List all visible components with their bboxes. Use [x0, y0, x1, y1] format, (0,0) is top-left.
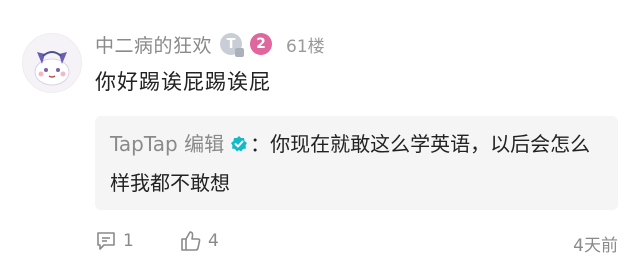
comment-button[interactable]: 1: [95, 230, 134, 252]
comment-count: 1: [123, 231, 134, 251]
avatar[interactable]: [22, 33, 82, 93]
thumbs-up-icon: [181, 231, 201, 251]
comment-header: 中二病的狂欢 T 2 61楼: [95, 30, 325, 58]
level-badge: 2: [250, 33, 273, 55]
comment-footer: 1 4 4天前: [95, 230, 618, 256]
reply-separator: ：: [250, 132, 271, 156]
like-count: 4: [208, 231, 219, 251]
avatar-cartoon-icon: [23, 34, 81, 92]
like-button[interactable]: 4: [180, 230, 219, 252]
comment-bubble-icon: [97, 232, 115, 250]
verified-check-icon: [230, 128, 248, 165]
badge-t-icon: T: [220, 33, 245, 57]
comment-time: 4天前: [573, 236, 618, 256]
username[interactable]: 中二病的狂欢: [95, 31, 212, 58]
reply-text-block: TapTap 编辑 ：你现在就敢这么学英语，以后会怎么样我都不敢想: [110, 126, 610, 202]
floor-number: 61楼: [286, 36, 325, 57]
reply-author[interactable]: TapTap 编辑: [110, 132, 224, 156]
reply-box[interactable]: TapTap 编辑 ：你现在就敢这么学英语，以后会怎么样我都不敢想: [95, 116, 618, 210]
comment-content: 你好踢诶屁踢诶屁: [95, 70, 271, 94]
